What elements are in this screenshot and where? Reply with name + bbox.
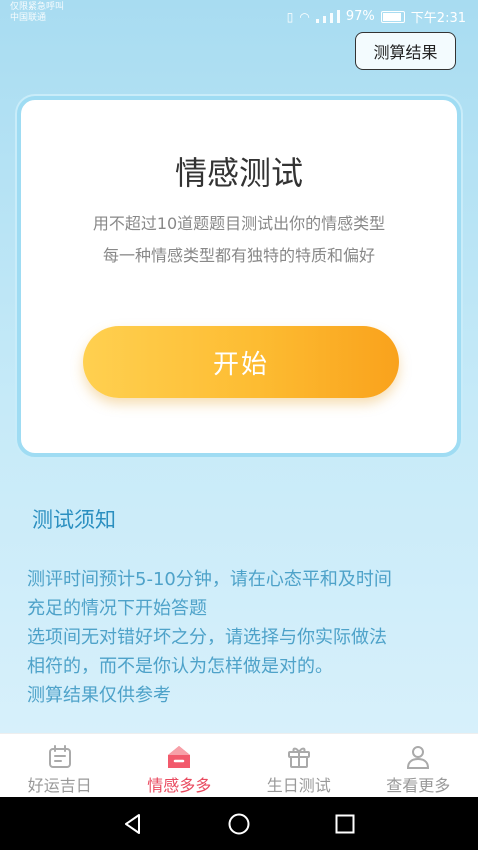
home-button[interactable] (226, 811, 252, 837)
status-icons: ▯ ◠ 97% 下午2:31 (287, 7, 466, 26)
result-button[interactable]: 测算结果 (355, 32, 456, 70)
notice-line: 选项间无对错好坏之分，请选择与你实际做法 (27, 627, 387, 648)
person-icon (407, 746, 430, 769)
notice-line: 相符的，而不是你认为怎样做是对的。 (27, 656, 333, 677)
nav-item-more[interactable]: 查看更多 (359, 734, 478, 798)
battery-percent: 97% (345, 9, 375, 24)
notice-title: 测试须知 (32, 508, 116, 532)
nav-item-emotions[interactable]: 情感多多 (120, 734, 240, 798)
battery-icon (380, 10, 405, 23)
status-bar: 仅限紧急呼叫 中国联通 ▯ ◠ 97% 下午2:31 (0, 0, 478, 30)
start-button[interactable]: 开始 (83, 326, 399, 398)
vibrate-icon: ▯ (286, 9, 294, 24)
heart-house-icon (168, 746, 191, 768)
nav-label-emotions: 情感多多 (147, 776, 212, 795)
gift-icon (287, 747, 310, 768)
carrier-line2: 中国联通 (10, 13, 47, 23)
card-description-line1: 用不超过10道题题目测试出你的情感类型 (92, 214, 386, 233)
notice-line: 测评时间预计5-10分钟，请在心态平和及时间 (27, 569, 392, 590)
recents-square-icon (335, 814, 355, 833)
signal-icon (315, 10, 340, 23)
carrier-line1: 仅限紧急呼叫 (10, 2, 65, 12)
nav-label-birthday-test: 生日测试 (266, 776, 331, 795)
notice-line: 测算结果仅供参考 (27, 685, 171, 706)
nav-item-birthday-test[interactable]: 生日测试 (239, 734, 359, 798)
calendar-icon (48, 745, 71, 768)
carrier-info: 仅限紧急呼叫 中国联通 (10, 2, 64, 24)
bottom-nav: 好运吉日 情感多多 生日测试 查看更多 (0, 733, 478, 798)
card-description-line2: 每一种情感类型都有独特的特质和偏好 (102, 246, 375, 265)
system-navigation-bar (0, 797, 478, 850)
clock: 下午2:31 (410, 11, 466, 26)
notice-line: 充足的情况下开始答题 (27, 598, 207, 619)
nav-label-more: 查看更多 (386, 776, 451, 795)
back-button[interactable] (120, 811, 146, 837)
nav-item-lucky-days[interactable]: 好运吉日 (0, 734, 120, 798)
nav-label-lucky-days: 好运吉日 (27, 776, 92, 795)
recents-button[interactable] (332, 811, 358, 837)
card-title: 情感测试 (174, 154, 303, 192)
wifi-icon: ◠ (299, 9, 310, 24)
test-card: 情感测试 用不超过10道题题目测试出你的情感类型 每一种情感类型都有独特的特质和… (17, 96, 461, 457)
home-circle-icon (228, 813, 250, 834)
notice-text: 测评时间预计5-10分钟，请在心态平和及时间 充足的情况下开始答题 选项间无对错… (27, 565, 457, 710)
back-triangle-icon (125, 813, 140, 834)
